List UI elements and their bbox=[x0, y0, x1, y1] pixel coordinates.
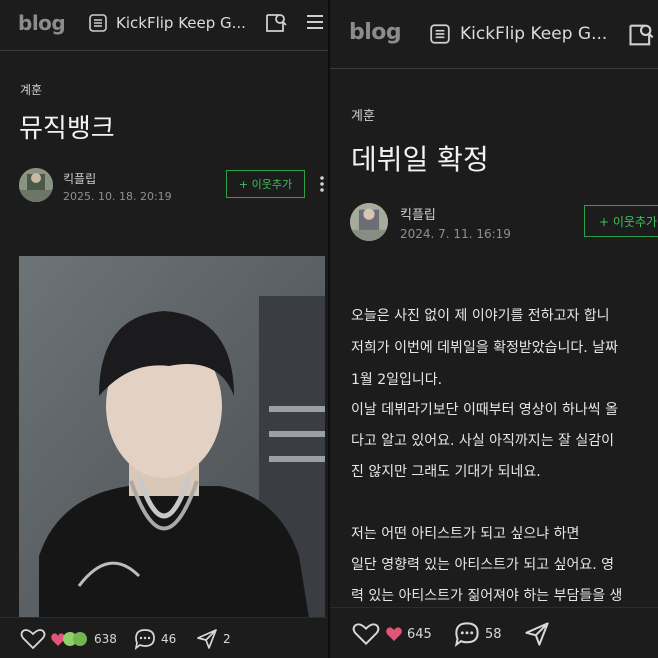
author-name[interactable]: 킥플립 bbox=[400, 204, 436, 223]
body-line: 저는 어떤 아티스트가 되고 싶으냐 하면 bbox=[351, 526, 580, 542]
post-category[interactable]: 계훈 bbox=[20, 81, 42, 98]
body-line: 저희가 이번에 데뷔일을 확정받았습니다. 날짜 bbox=[351, 340, 618, 356]
comments-count: 46 bbox=[161, 632, 177, 646]
list-icon[interactable] bbox=[88, 13, 108, 37]
list-icon[interactable] bbox=[429, 23, 451, 49]
search-icon[interactable] bbox=[627, 21, 655, 53]
body-line: 다고 알고 있어요. 사실 아직까지는 잘 실감이 bbox=[351, 433, 614, 449]
blog-logo[interactable]: blog bbox=[349, 20, 402, 45]
post-photo[interactable] bbox=[19, 256, 325, 618]
post-date: 2024. 7. 11. 16:19 bbox=[400, 227, 511, 241]
author-name[interactable]: 킥플립 bbox=[63, 170, 96, 187]
reaction-stickers-icon bbox=[50, 630, 90, 652]
blog-logo[interactable]: blog bbox=[18, 11, 66, 35]
top-bar: blog KickFlip Keep G... bbox=[0, 0, 328, 51]
post-title: 뮤직뱅크 bbox=[19, 114, 115, 144]
more-options-icon[interactable] bbox=[316, 174, 328, 198]
right-post-panel: blog KickFlip Keep G... 계훈 데뷔일 확정 킥플립 20… bbox=[330, 0, 658, 658]
bottom-action-bar: 645 58 bbox=[330, 607, 658, 658]
body-line: 오늘은 사진 없이 제 이야기를 전하고자 합니 bbox=[351, 308, 610, 324]
body-line: 진 않지만 그래도 기대가 되네요. bbox=[351, 464, 541, 480]
body-line: 일단 영향력 있는 아티스트가 되고 싶어요. 영 bbox=[351, 557, 614, 573]
top-bar: blog KickFlip Keep G... bbox=[330, 0, 658, 69]
add-neighbor-button[interactable]: + 이웃추가 bbox=[226, 170, 305, 198]
share-icon[interactable] bbox=[196, 628, 218, 654]
comments-count: 58 bbox=[485, 627, 502, 642]
blog-title[interactable]: KickFlip Keep G... bbox=[460, 24, 607, 44]
reaction-heart-icon bbox=[384, 625, 404, 647]
like-heart-icon[interactable] bbox=[352, 622, 380, 650]
likes-count: 638 bbox=[94, 632, 117, 646]
avatar[interactable] bbox=[19, 168, 53, 202]
body-line: 이날 데뷔라기보단 이때부터 영상이 하나씩 올 bbox=[351, 402, 618, 418]
bottom-action-bar: 638 46 2 bbox=[0, 617, 328, 658]
post-category[interactable]: 계훈 bbox=[351, 105, 375, 124]
share-icon[interactable] bbox=[524, 621, 550, 651]
body-line: 력 있는 아티스트가 짊어져야 하는 부담들을 생 bbox=[351, 588, 623, 604]
comment-icon[interactable] bbox=[134, 628, 156, 654]
shares-count: 2 bbox=[223, 632, 231, 646]
likes-count: 645 bbox=[407, 627, 432, 642]
comment-icon[interactable] bbox=[454, 621, 480, 651]
avatar[interactable] bbox=[350, 203, 388, 241]
blog-title[interactable]: KickFlip Keep G... bbox=[116, 14, 246, 32]
search-icon[interactable] bbox=[264, 11, 288, 39]
body-line: 1월 2일입니다. bbox=[351, 372, 443, 388]
post-date: 2025. 10. 18. 20:19 bbox=[63, 190, 172, 203]
menu-icon[interactable] bbox=[305, 12, 325, 36]
like-heart-icon[interactable] bbox=[20, 628, 46, 654]
post-title: 데뷔일 확정 bbox=[351, 143, 489, 176]
add-neighbor-button[interactable]: + 이웃추가 bbox=[584, 205, 658, 237]
left-post-panel: blog KickFlip Keep G... 계훈 뮤직뱅크 킥플립 2025… bbox=[0, 0, 328, 658]
